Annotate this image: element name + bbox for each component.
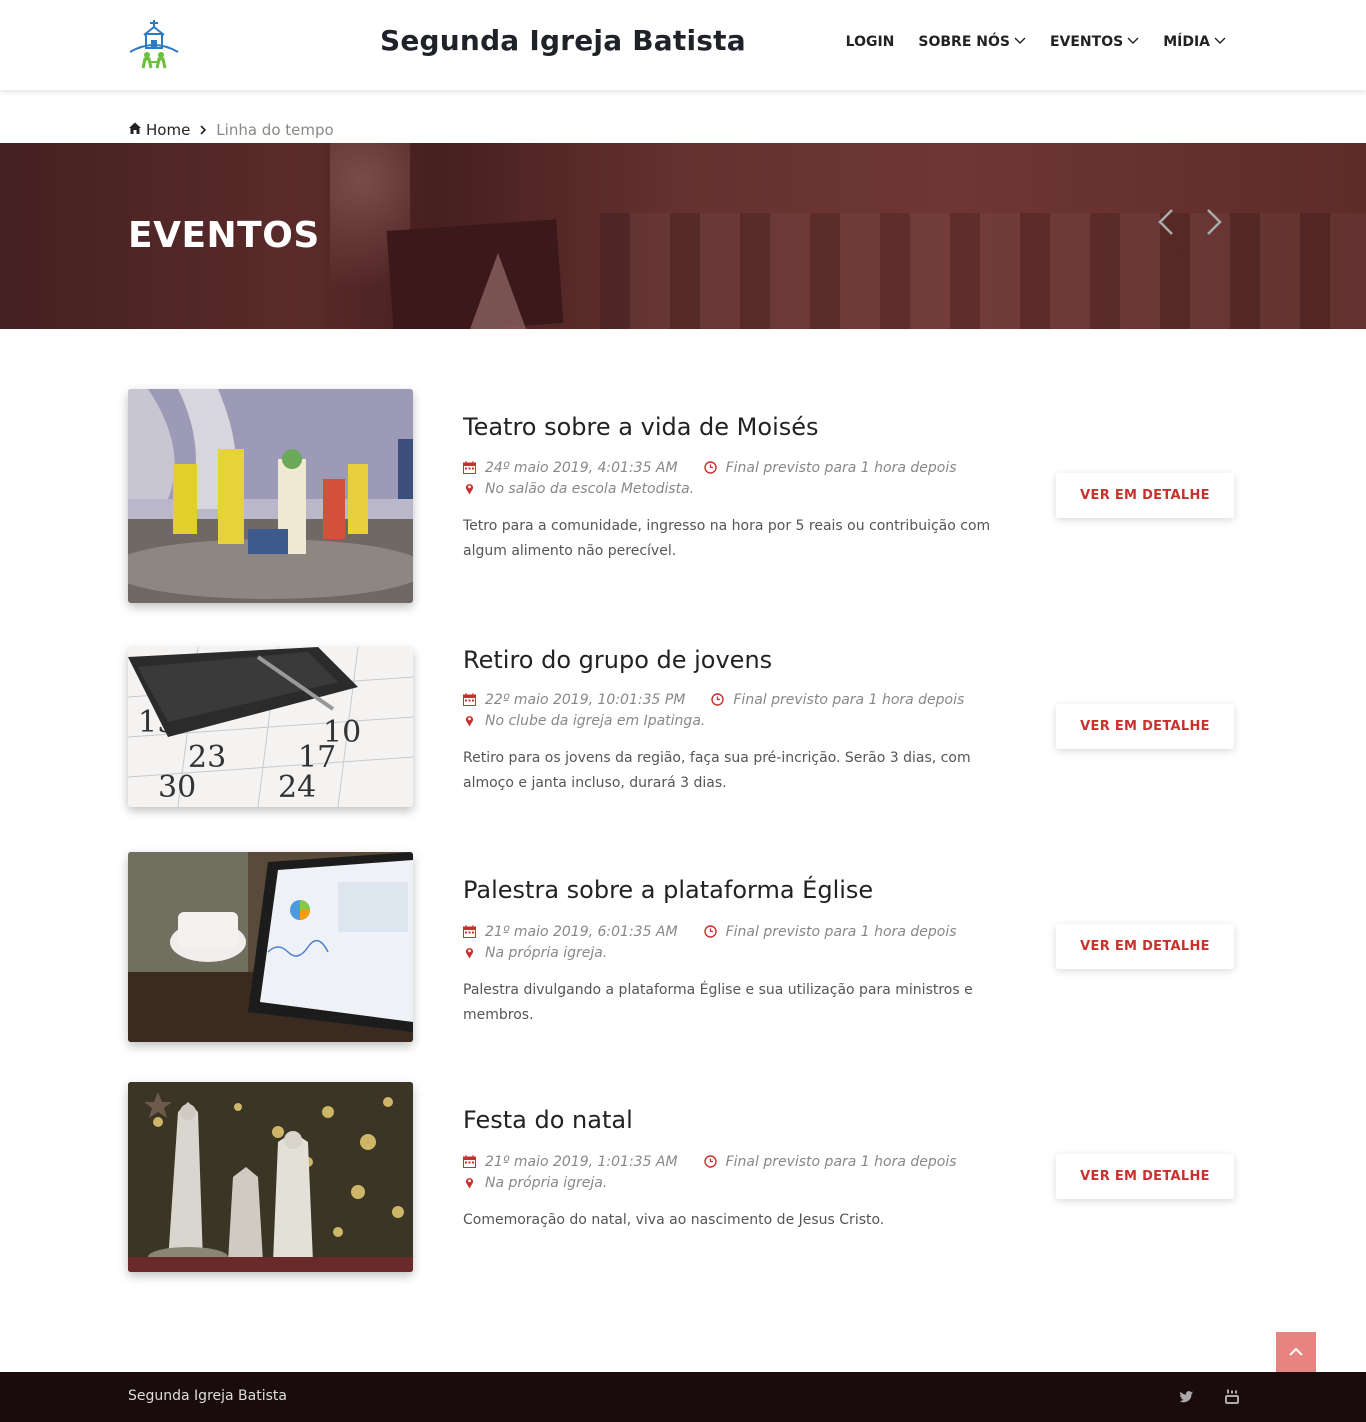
- event-location: Na própria igreja.: [485, 1174, 608, 1191]
- event-meta: 22º maio 2019, 10:01:35 PM Final previst…: [463, 689, 964, 731]
- breadcrumb-current: Linha do tempo: [216, 121, 334, 139]
- slider-next-button[interactable]: [1198, 207, 1228, 237]
- nav-login-label: LOGIN: [845, 34, 895, 50]
- clock-icon: [703, 924, 718, 939]
- event-detail-button[interactable]: VER EM DETALHE: [1056, 1154, 1234, 1199]
- chevron-right-icon: [198, 121, 208, 139]
- event-detail-button[interactable]: VER EM DETALHE: [1056, 473, 1234, 518]
- event-detail-button[interactable]: VER EM DETALHE: [1056, 704, 1234, 749]
- nav-login[interactable]: LOGIN: [846, 34, 895, 50]
- event-description: Tetro para a comunidade, ingresso na hor…: [463, 518, 991, 559]
- calendar-photo: 15 10 23 17 30 24: [128, 647, 413, 807]
- nativity-photo: [128, 1082, 413, 1272]
- nav-midia-label: MÍDIA: [1163, 34, 1210, 50]
- theater-photo: [128, 389, 413, 603]
- breadcrumb-home[interactable]: Home: [128, 121, 190, 139]
- calendar-icon: [463, 924, 477, 939]
- map-marker-icon: [463, 1176, 477, 1190]
- nav-midia[interactable]: MÍDIA: [1163, 34, 1226, 50]
- chevron-left-icon: [1158, 209, 1173, 235]
- svg-text:24: 24: [278, 770, 316, 805]
- event-location: No salão da escola Metodista.: [485, 480, 695, 497]
- youtube-icon[interactable]: [1224, 1389, 1240, 1405]
- chevron-down-icon: [1127, 34, 1139, 50]
- twitter-icon[interactable]: [1178, 1389, 1194, 1405]
- map-marker-icon: [463, 946, 477, 960]
- event-end: Final previsto para 1 hora depois: [725, 459, 957, 476]
- event-image[interactable]: 15 10 23 17 30 24: [128, 647, 413, 807]
- footer: Segunda Igreja Batista: [0, 1372, 1366, 1422]
- page-banner: EVENTOS: [0, 143, 1366, 329]
- map-marker-icon: [463, 482, 477, 496]
- calendar-icon: [463, 460, 477, 475]
- event-date: 22º maio 2019, 10:01:35 PM: [485, 691, 686, 708]
- event-meta: 21º maio 2019, 1:01:35 AM Final previsto…: [463, 1151, 957, 1193]
- event-date: 21º maio 2019, 6:01:35 AM: [485, 923, 678, 940]
- event-title[interactable]: Retiro do grupo de jovens: [463, 646, 772, 674]
- church-logo-icon[interactable]: [128, 18, 180, 70]
- clock-icon: [703, 460, 718, 475]
- event-end: Final previsto para 1 hora depois: [725, 1153, 957, 1170]
- site-title[interactable]: Segunda Igreja Batista: [380, 24, 746, 57]
- calendar-icon: [463, 692, 477, 707]
- home-icon: [128, 121, 142, 139]
- event-title[interactable]: Festa do natal: [463, 1106, 633, 1134]
- event-title[interactable]: Palestra sobre a plataforma Église: [463, 876, 873, 904]
- event-image[interactable]: [128, 852, 413, 1042]
- event-description: Comemoração do natal, viva ao nascimento…: [463, 1212, 885, 1228]
- event-meta: 21º maio 2019, 6:01:35 AM Final previsto…: [463, 921, 957, 963]
- clock-icon: [711, 692, 725, 707]
- nav-eventos[interactable]: EVENTOS: [1050, 34, 1139, 50]
- event-date: 21º maio 2019, 1:01:35 AM: [485, 1153, 678, 1170]
- footer-text: Segunda Igreja Batista: [128, 1388, 287, 1404]
- nav-sobre-nos[interactable]: SOBRE NÓS: [918, 34, 1026, 50]
- nav-eventos-label: EVENTOS: [1049, 34, 1124, 50]
- event-description: Palestra divulgando a plataforma Église …: [463, 982, 973, 1023]
- chevron-up-icon: [1289, 1347, 1303, 1356]
- back-to-top-button[interactable]: [1276, 1332, 1316, 1372]
- event-date: 24º maio 2019, 4:01:35 AM: [485, 459, 678, 476]
- tablet-photo: [128, 852, 413, 1042]
- nav-sobre-nos-label: SOBRE NÓS: [918, 34, 1010, 50]
- slider-prev-button[interactable]: [1152, 207, 1182, 237]
- event-end: Final previsto para 1 hora depois: [733, 691, 965, 708]
- breadcrumb: Home Linha do tempo: [128, 121, 334, 139]
- banner-title: EVENTOS: [128, 215, 320, 256]
- event-description: Retiro para os jovens da região, faça su…: [463, 750, 971, 791]
- map-marker-icon: [463, 714, 477, 728]
- event-title[interactable]: Teatro sobre a vida de Moisés: [463, 413, 819, 441]
- chevron-down-icon: [1214, 34, 1226, 50]
- event-end: Final previsto para 1 hora depois: [725, 923, 957, 940]
- chevron-right-icon: [1207, 209, 1222, 235]
- event-location: Na própria igreja.: [485, 944, 608, 961]
- clock-icon: [703, 1154, 718, 1169]
- chevron-down-icon: [1014, 34, 1026, 50]
- event-image[interactable]: [128, 1082, 413, 1272]
- breadcrumb-home-label: Home: [146, 121, 191, 139]
- event-meta: 24º maio 2019, 4:01:35 AM Final previsto…: [463, 457, 957, 499]
- header: Segunda Igreja Batista LOGIN SOBRE NÓS E…: [0, 0, 1366, 90]
- main-nav: LOGIN SOBRE NÓS EVENTOS MÍDIA: [846, 34, 1226, 50]
- calendar-icon: [463, 1154, 477, 1169]
- event-location: No clube da igreja em Ipatinga.: [485, 712, 706, 729]
- svg-text:30: 30: [158, 770, 196, 805]
- event-detail-button[interactable]: VER EM DETALHE: [1056, 924, 1234, 969]
- event-image[interactable]: [128, 389, 413, 603]
